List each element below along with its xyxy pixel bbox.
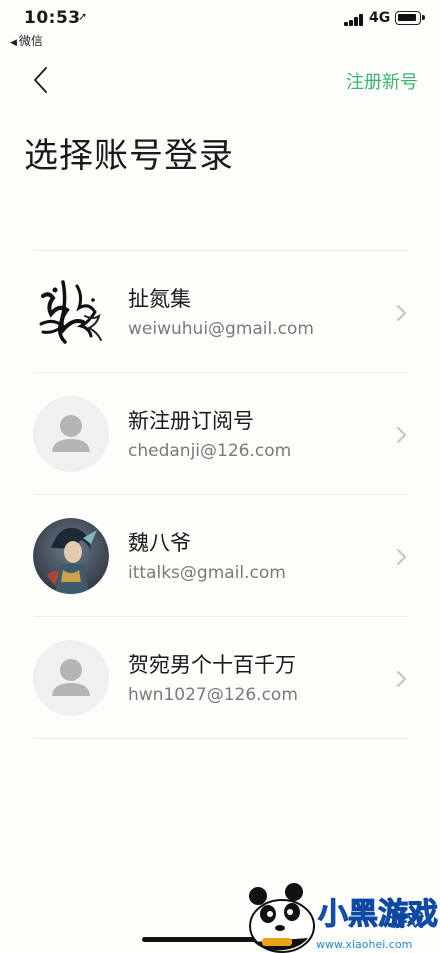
- game-character-icon: [33, 518, 109, 594]
- account-email: chedanji@126.com: [128, 441, 292, 461]
- account-name: 贺宛男个十百千万: [128, 653, 296, 677]
- default-person-icon: [52, 659, 90, 696]
- account-email: hwn1027@126.com: [128, 685, 298, 705]
- calligraphy-logo-icon: [39, 280, 102, 344]
- account-name: 魏八爷: [128, 531, 191, 555]
- page-title: 选择账号登录: [24, 136, 234, 176]
- register-new-account-link[interactable]: 注册新号: [346, 68, 418, 94]
- avatar: [33, 396, 109, 472]
- account-list: 扯氮集 weiwuhui@gmail.com 新注册订阅号 chedanji@1…: [33, 250, 408, 739]
- panda-mascot-icon: 小黑游戏 游戏 www.xiaohei.com: [249, 883, 439, 953]
- chevron-right-icon: [397, 671, 406, 687]
- chevron-right-icon: [397, 549, 406, 565]
- account-name: 新注册订阅号: [128, 409, 254, 433]
- watermark-logo: 小黑游戏 游戏 www.xiaohei.com: [244, 882, 440, 953]
- avatar: [33, 274, 109, 350]
- svg-text:游戏: 游戏: [390, 910, 424, 931]
- account-email: ittalks@gmail.com: [128, 563, 286, 583]
- avatar: [33, 640, 109, 716]
- status-bar: 10:53 ➚ ◀ 微信 4G: [0, 0, 440, 52]
- account-row[interactable]: 魏八爷 ittalks@gmail.com: [33, 495, 408, 617]
- account-row[interactable]: 新注册订阅号 chedanji@126.com: [33, 373, 408, 495]
- battery-icon: [395, 11, 425, 25]
- account-email: weiwuhui@gmail.com: [128, 319, 314, 339]
- account-row[interactable]: 贺宛男个十百千万 hwn1027@126.com: [33, 617, 408, 739]
- watermark-url: www.xiaohei.com: [316, 938, 412, 951]
- account-row[interactable]: 扯氮集 weiwuhui@gmail.com: [33, 251, 408, 373]
- signal-icon: [344, 14, 366, 26]
- back-button[interactable]: [28, 64, 58, 98]
- chevron-right-icon: [397, 305, 406, 321]
- back-to-app-link[interactable]: ◀ 微信: [10, 32, 43, 49]
- default-person-icon: [52, 415, 90, 452]
- back-triangle-icon: ◀: [10, 38, 17, 48]
- network-type: 4G: [369, 10, 391, 26]
- status-time: 10:53: [24, 8, 81, 28]
- chevron-left-icon: [34, 67, 47, 93]
- account-name: 扯氮集: [128, 287, 191, 311]
- avatar: [33, 518, 109, 594]
- location-arrow-icon: ➚: [78, 10, 88, 23]
- chevron-right-icon: [397, 427, 406, 443]
- back-app-label: 微信: [18, 34, 43, 48]
